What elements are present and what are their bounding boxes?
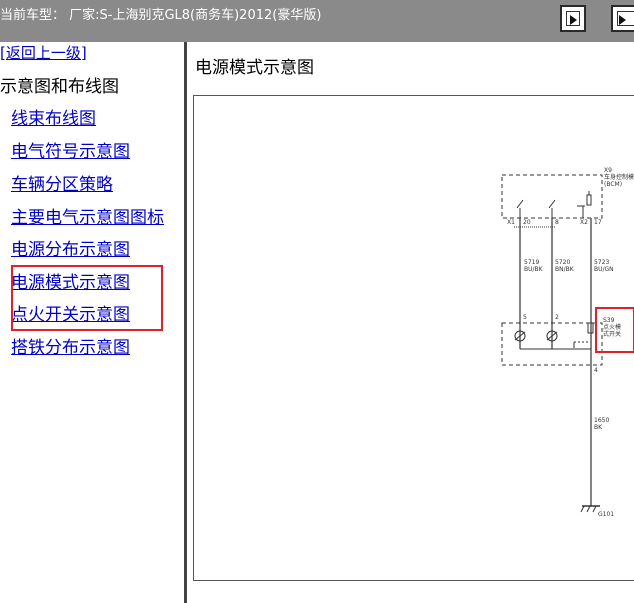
nav-item-electrical-symbols[interactable]: 电气符号示意图 [11, 137, 130, 162]
pin-17-label: 17 [594, 219, 602, 226]
ground-color: BK [594, 424, 603, 431]
pin-20-label: 20 [523, 219, 531, 226]
module-id: X9 [604, 167, 612, 174]
ground-id: G101 [598, 511, 614, 518]
highlight-box [11, 265, 163, 331]
nav-item-ground-distribution[interactable]: 搭铁分布示意图 [11, 333, 130, 358]
next-page-button[interactable] [560, 5, 586, 32]
module-name: 车身控制模块 [604, 173, 634, 181]
wire1-circuit: 5719 [524, 259, 539, 266]
wiring-diagram: X9 车身控制模块 (BCM) X1 20 8 X2 17 5719 [501, 167, 634, 518]
pin-4-label: 4 [594, 367, 598, 374]
ground-circuit: 1650 [594, 417, 609, 424]
sidebar: [返回上一级] 示意图和布线图 线束布线图 电气符号示意图 车辆分区策略 主要电… [0, 42, 183, 603]
nav-item-vehicle-zoning[interactable]: 车辆分区策略 [11, 170, 113, 195]
wire2-circuit: 5720 [555, 259, 570, 266]
switch-pin-2: 2 [555, 314, 559, 321]
pin-8-label: 8 [555, 219, 559, 226]
nav-item-main-icons[interactable]: 主要电气示意图图标 [11, 203, 164, 228]
wire2-color: BN/BK [555, 266, 575, 273]
page-title: 电源模式示意图 [195, 58, 314, 78]
wire1-color: BU/BK [524, 266, 544, 273]
pin-x1-label: X1 [507, 219, 515, 226]
pin-x2-label: X2 [580, 219, 588, 226]
section-title: 示意图和布线图 [0, 77, 119, 97]
current-vehicle-label: 当前车型： 厂家:S-上海别克GL8(商务车)2012(豪华版) [0, 8, 322, 23]
nav-item-harness-routing[interactable]: 线束布线图 [11, 104, 96, 129]
wire3-color: BU/GN [594, 266, 614, 273]
switch-id: S39 [603, 317, 615, 324]
wire3-circuit: 5723 [594, 259, 609, 266]
top-bar: 当前车型： 厂家:S-上海别克GL8(商务车)2012(豪华版) [0, 0, 634, 42]
module-abbr: (BCM) [604, 181, 622, 188]
pane-divider[interactable] [184, 42, 187, 603]
diagram-frame: X9 车身控制模块 (BCM) X1 20 8 X2 17 5719 [193, 95, 634, 581]
back-link[interactable]: [返回上一级] [0, 42, 87, 63]
nav-item-power-distribution[interactable]: 电源分布示意图 [11, 235, 130, 260]
switch-pin-5: 5 [523, 314, 527, 321]
switch-name-2: 式开关 [603, 330, 621, 338]
switch-name-1: 点火模 [603, 323, 621, 331]
last-page-button[interactable] [611, 5, 634, 32]
